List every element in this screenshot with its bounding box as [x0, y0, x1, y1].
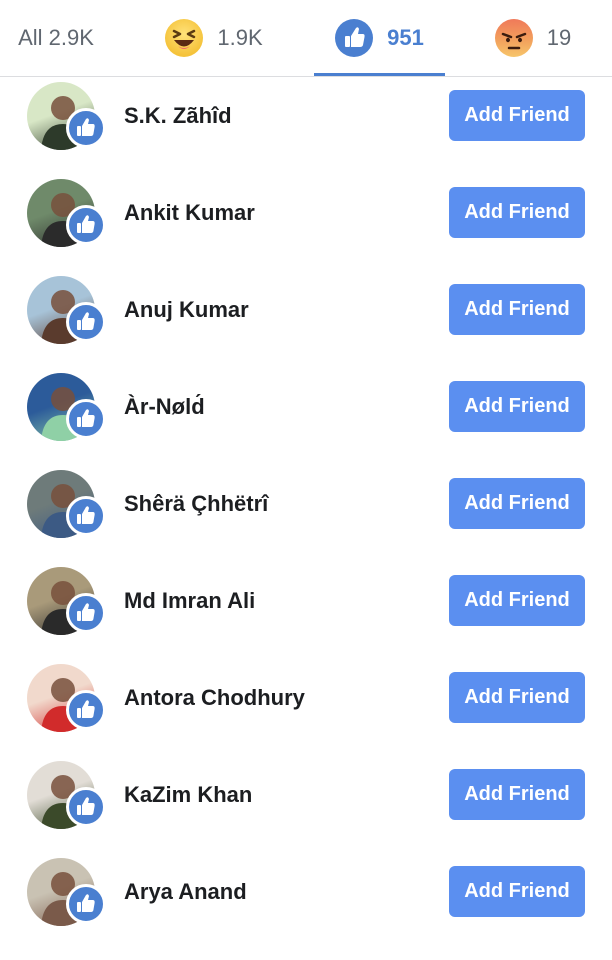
person-name[interactable]: Ankit Kumar — [124, 200, 255, 226]
like-badge-icon — [66, 593, 106, 633]
tab-angry-reactions[interactable]: 19 — [478, 0, 588, 75]
list-item: Arya Anand Add Friend — [0, 844, 612, 941]
tab-haha-reactions[interactable]: 1.9K — [150, 0, 278, 75]
add-friend-button[interactable]: Add Friend — [449, 187, 585, 238]
like-badge-icon — [66, 787, 106, 827]
tab-like-reactions[interactable]: 951 — [314, 0, 445, 76]
list-item: Ankit Kumar Add Friend — [0, 165, 612, 262]
person-name[interactable]: Àr-Nøld́ — [124, 394, 205, 420]
add-friend-button[interactable]: Add Friend — [449, 478, 585, 529]
add-friend-button[interactable]: Add Friend — [449, 866, 585, 917]
reaction-tabs: All 2.9K 1.9K 951 19 — [0, 0, 612, 77]
list-item: S.K. Zãhîd Add Friend — [0, 68, 612, 165]
like-badge-icon — [66, 205, 106, 245]
person-name[interactable]: Anuj Kumar — [124, 297, 249, 323]
list-item: KaZim Khan Add Friend — [0, 747, 612, 844]
list-item: Anuj Kumar Add Friend — [0, 262, 612, 359]
haha-reaction-icon — [165, 18, 204, 57]
like-badge-icon — [66, 108, 106, 148]
like-reaction-icon — [335, 18, 374, 57]
person-name[interactable]: Arya Anand — [124, 879, 247, 905]
add-friend-button[interactable]: Add Friend — [449, 672, 585, 723]
add-friend-button[interactable]: Add Friend — [449, 769, 585, 820]
add-friend-button[interactable]: Add Friend — [449, 284, 585, 335]
like-badge-icon — [66, 690, 106, 730]
add-friend-button[interactable]: Add Friend — [449, 575, 585, 626]
list-item: Antora Chodhury Add Friend — [0, 650, 612, 747]
tab-haha-count: 1.9K — [217, 24, 263, 50]
tab-all-label: All — [18, 24, 43, 50]
add-friend-button[interactable]: Add Friend — [449, 90, 585, 141]
list-item: Àr-Nøld́ Add Friend — [0, 359, 612, 456]
like-badge-icon — [66, 399, 106, 439]
angry-reaction-icon — [494, 18, 533, 57]
tab-all-reactions[interactable]: All 2.9K — [0, 0, 112, 75]
person-name[interactable]: Md Imran Ali — [124, 588, 255, 614]
person-name[interactable]: Antora Chodhury — [124, 685, 305, 711]
list-item: Shêrä Çhhëtrî Add Friend — [0, 456, 612, 553]
like-badge-icon — [66, 884, 106, 924]
add-friend-button[interactable]: Add Friend — [449, 381, 585, 432]
like-badge-icon — [66, 302, 106, 342]
person-name[interactable]: Shêrä Çhhëtrî — [124, 491, 268, 517]
person-name[interactable]: S.K. Zãhîd — [124, 103, 232, 129]
tab-like-count: 951 — [387, 24, 424, 50]
list-item: Md Imran Ali Add Friend — [0, 553, 612, 650]
person-name[interactable]: KaZim Khan — [124, 782, 252, 808]
tab-all-count: 2.9K — [48, 24, 94, 50]
like-badge-icon — [66, 496, 106, 536]
tab-angry-count: 19 — [546, 24, 572, 50]
